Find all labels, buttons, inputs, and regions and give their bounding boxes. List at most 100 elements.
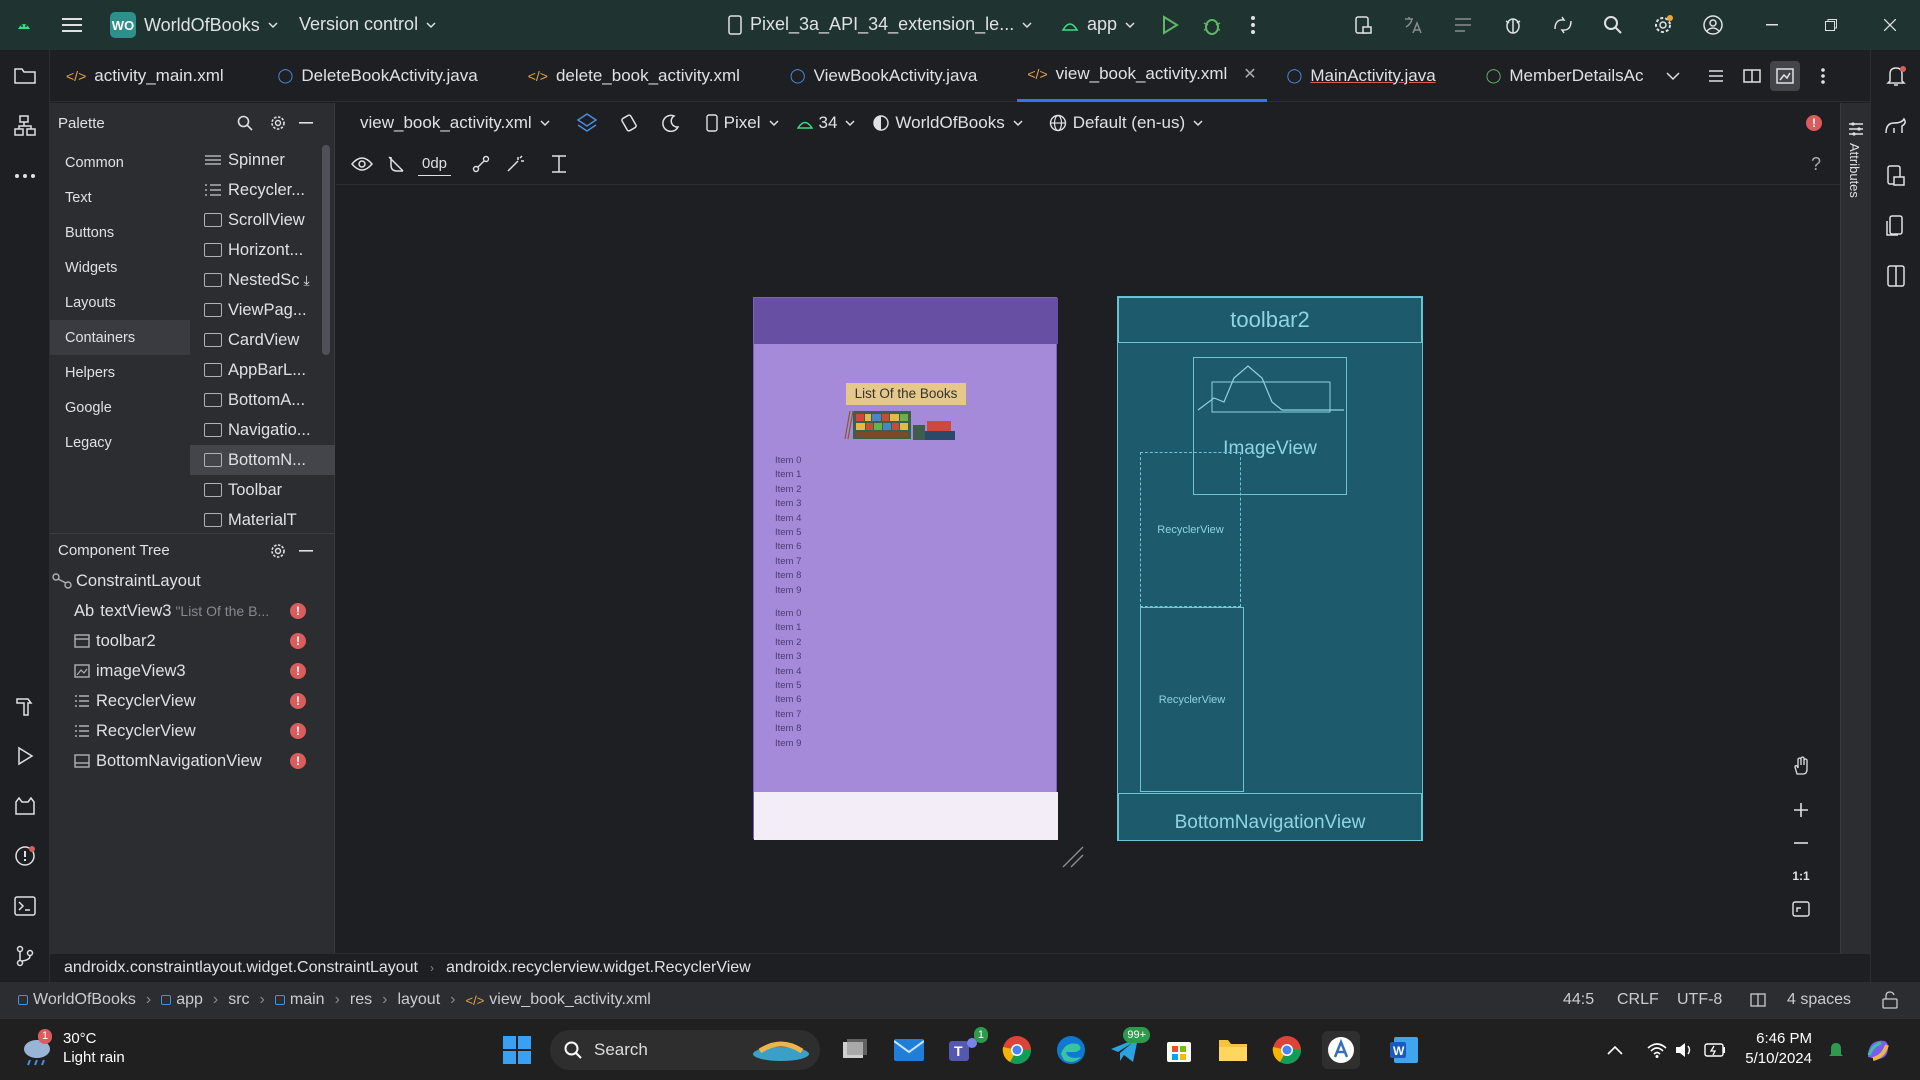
night-mode-icon[interactable] xyxy=(658,110,684,136)
run-icon[interactable] xyxy=(1158,13,1182,37)
device-selector[interactable]: Pixel_3a_API_34_extension_le... xyxy=(728,14,1032,35)
palette-item-toolbar[interactable]: Toolbar xyxy=(190,475,335,505)
microsoft-store-icon[interactable] xyxy=(1160,1031,1198,1069)
android-studio-app-icon[interactable] xyxy=(1322,1031,1360,1069)
error-icon[interactable]: ! xyxy=(290,723,306,739)
gradle-icon[interactable] xyxy=(1871,106,1920,146)
tree-node-toolbar2[interactable]: toolbar2 ! xyxy=(50,626,334,656)
account-icon[interactable] xyxy=(1701,13,1725,37)
error-icon[interactable]: ! xyxy=(290,633,306,649)
path-item-res[interactable]: res xyxy=(350,991,372,1009)
tab-list-chevron-icon[interactable] xyxy=(1658,61,1688,91)
chrome-profile-app-icon[interactable] xyxy=(1268,1031,1306,1069)
palette-settings-gear-icon[interactable] xyxy=(268,113,288,133)
blueprint-bottomnavigationview[interactable]: BottomNavigationView xyxy=(1118,793,1422,841)
palette-scrollbar[interactable] xyxy=(322,145,330,355)
more-actions-icon[interactable] xyxy=(1245,13,1261,37)
preview-recyclerview-2[interactable]: Item 0 Item 1 Item 2 Item 3 Item 4 Item 5 Item… xyxy=(775,607,801,751)
lock-icon[interactable] xyxy=(1882,991,1898,1009)
hide-panel-icon[interactable] xyxy=(296,113,316,133)
error-icon[interactable]: ! xyxy=(290,663,306,679)
device-preview-selector[interactable]: Pixel xyxy=(705,113,779,133)
close-window-icon[interactable] xyxy=(1878,13,1902,37)
zoom-out-icon[interactable] xyxy=(1785,827,1817,859)
run-tool-icon[interactable] xyxy=(0,736,50,776)
git-icon[interactable] xyxy=(0,936,50,976)
teams-app-icon[interactable]: T1 xyxy=(944,1027,988,1069)
device-mirror-icon[interactable] xyxy=(1871,256,1920,296)
zoom-in-icon[interactable] xyxy=(1785,794,1817,826)
search-icon[interactable] xyxy=(235,113,255,133)
palette-category-buttons[interactable]: Buttons xyxy=(50,215,190,250)
preview-toolbar[interactable] xyxy=(754,298,1058,344)
search-icon[interactable] xyxy=(1601,13,1625,37)
tree-node-imageview3[interactable]: imageView3 ! xyxy=(50,656,334,686)
blueprint-toolbar2[interactable]: toolbar2 xyxy=(1118,297,1422,343)
minimize-window-icon[interactable] xyxy=(1760,13,1784,37)
error-icon[interactable]: ! xyxy=(290,693,306,709)
structure-icon[interactable] xyxy=(0,106,50,146)
palette-item-cardview[interactable]: CardView xyxy=(190,325,335,355)
tab-delete-book-activity-xml[interactable]: </> delete_book_activity.xml xyxy=(518,50,750,102)
tab-activity-main-xml[interactable]: </> activity_main.xml xyxy=(56,50,234,102)
sync-gradle-icon[interactable] xyxy=(1551,13,1575,37)
preview-recyclerview-1[interactable]: Item 0 Item 1 Item 2 Item 3 Item 4 Item 5 Item… xyxy=(775,454,801,598)
caret-position[interactable]: 44:5 xyxy=(1563,991,1594,1009)
vcs-menu[interactable]: Version control xyxy=(299,14,436,35)
readonly-toggle-icon[interactable] xyxy=(1750,992,1766,1008)
main-menu-icon[interactable] xyxy=(60,13,84,37)
palette-item-nestedscrollview[interactable]: NestedSc ⤓ xyxy=(190,265,335,295)
breadcrumb-item-constraintlayout[interactable]: androidx.constraintlayout.widget.Constra… xyxy=(64,959,418,977)
locale-selector[interactable]: Default (en-us) xyxy=(1049,113,1203,133)
path-item-file[interactable]: view_book_activity.xml xyxy=(489,991,651,1009)
design-surface-icon[interactable] xyxy=(574,110,600,136)
terminal-icon[interactable] xyxy=(0,886,50,926)
preview-title-textview[interactable]: List Of the Books xyxy=(846,383,966,405)
palette-item-bottomnavigationview[interactable]: BottomN... xyxy=(190,445,335,475)
palette-category-text[interactable]: Text xyxy=(50,180,190,215)
attributes-sliders-icon[interactable] xyxy=(1846,119,1866,139)
phone-design-preview[interactable]: List Of the Books Item 0 Item 1 Item 2 Item… xyxy=(753,297,1058,840)
design-view-icon[interactable] xyxy=(1769,60,1800,91)
tree-settings-gear-icon[interactable] xyxy=(268,541,288,561)
palette-item-spinner[interactable]: Spinner xyxy=(190,145,335,175)
error-icon[interactable]: ! xyxy=(290,753,306,769)
debug-icon[interactable] xyxy=(1200,13,1224,37)
palette-category-helpers[interactable]: Helpers xyxy=(50,355,190,390)
build-hammer-icon[interactable] xyxy=(0,686,50,726)
problems-icon[interactable] xyxy=(0,836,50,876)
path-item-layout[interactable]: layout xyxy=(397,991,440,1009)
resize-handle-icon[interactable] xyxy=(1061,845,1085,869)
help-icon[interactable]: ? xyxy=(1804,152,1828,176)
split-view-icon[interactable] xyxy=(1734,61,1770,91)
theme-selector[interactable]: WorldOfBooks xyxy=(873,113,1023,133)
translate-icon[interactable] xyxy=(1401,13,1425,37)
running-devices-icon[interactable] xyxy=(1871,206,1920,246)
app-inspection-icon[interactable] xyxy=(1501,13,1525,37)
project-selector[interactable]: WO WorldOfBooks xyxy=(110,12,278,38)
download-icon[interactable]: ⤓ xyxy=(304,272,310,289)
tabs-more-icon[interactable] xyxy=(1808,61,1838,91)
zoom-actual-size-button[interactable]: 1:1 xyxy=(1785,860,1817,892)
layout-file-selector[interactable]: view_book_activity.xml xyxy=(360,113,550,133)
logcat-icon[interactable] xyxy=(0,786,50,826)
infer-constraints-wand-icon[interactable] xyxy=(503,152,527,176)
preview-bottom-navigation[interactable] xyxy=(754,792,1058,840)
zoom-to-fit-icon[interactable] xyxy=(1785,893,1817,925)
clock[interactable]: 6:46 PM 5/10/2024 xyxy=(1742,1029,1812,1069)
file-encoding[interactable]: UTF-8 xyxy=(1677,991,1722,1009)
notifications-bell-icon[interactable] xyxy=(1871,56,1920,96)
palette-item-viewpager[interactable]: ViewPag... xyxy=(190,295,335,325)
tab-view-book-activity-java[interactable]: ◯ ViewBookActivity.java xyxy=(780,50,987,102)
default-margin-field[interactable]: 0dp xyxy=(418,152,452,176)
tab-member-details[interactable]: ◯ MemberDetailsAc xyxy=(1476,50,1654,102)
restore-window-icon[interactable] xyxy=(1819,13,1843,37)
settings-gear-icon[interactable] xyxy=(1651,13,1675,37)
device-manager-icon[interactable] xyxy=(1351,13,1375,37)
palette-category-common[interactable]: Common xyxy=(50,145,190,180)
tab-main-activity-java[interactable]: ◯ MainActivity.java xyxy=(1277,50,1446,102)
layout-error-icon[interactable]: ! xyxy=(1806,115,1822,131)
tree-node-recyclerview-1[interactable]: RecyclerView ! xyxy=(50,686,334,716)
palette-item-bottomappbar[interactable]: BottomA... xyxy=(190,385,335,415)
copilot-icon[interactable] xyxy=(1862,1034,1894,1066)
